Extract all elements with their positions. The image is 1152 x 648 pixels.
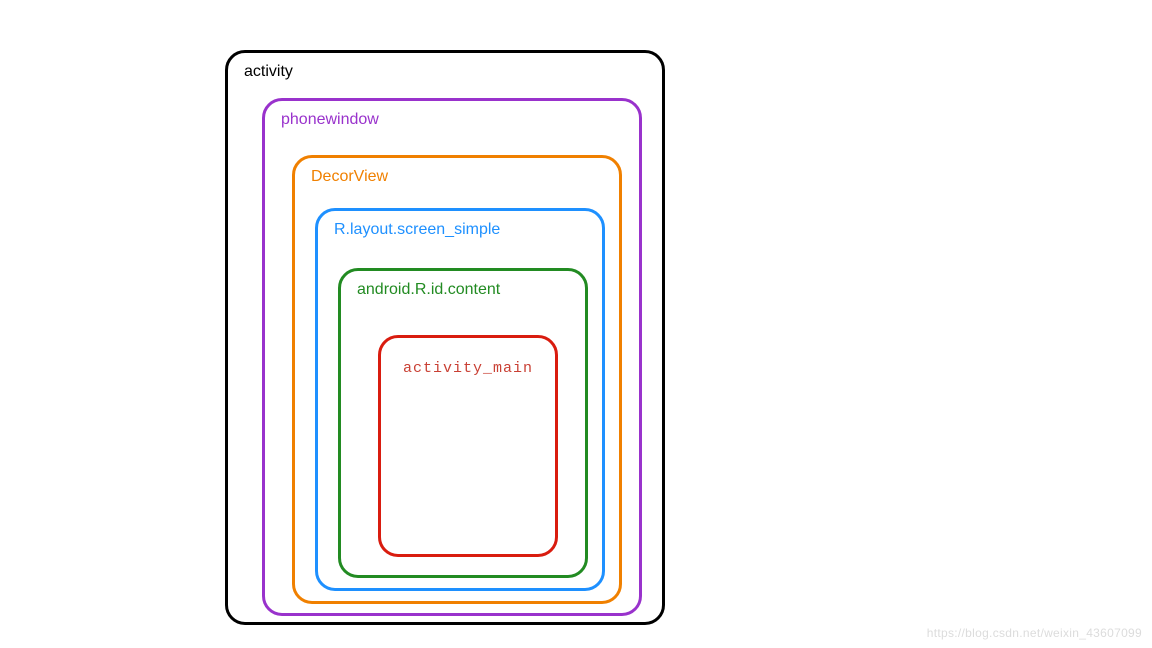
watermark-text: https://blog.csdn.net/weixin_43607099 bbox=[927, 626, 1142, 640]
phonewindow-label: phonewindow bbox=[265, 101, 639, 129]
content-label: android.R.id.content bbox=[341, 271, 585, 299]
activitymain-label: activity_main bbox=[381, 338, 555, 377]
activitymain-layer: activity_main bbox=[378, 335, 558, 557]
screensimple-label: R.layout.screen_simple bbox=[318, 211, 602, 239]
decorview-label: DecorView bbox=[295, 158, 619, 186]
activity-label: activity bbox=[228, 53, 662, 81]
